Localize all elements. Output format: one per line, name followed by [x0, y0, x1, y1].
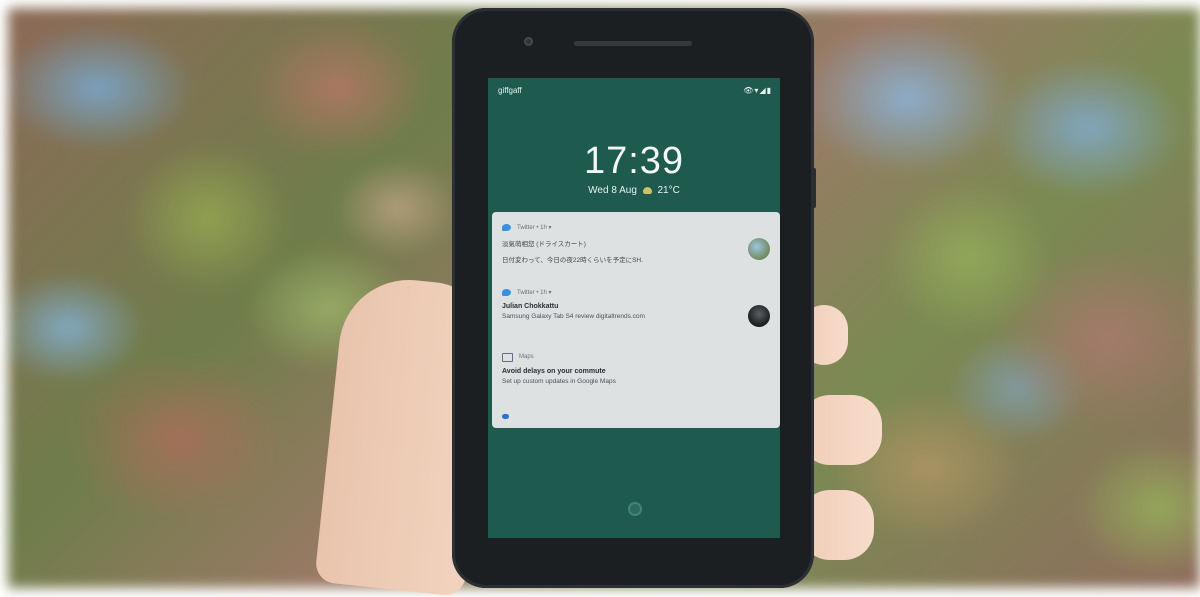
- maps-icon: [502, 352, 513, 362]
- notification-twitter-1[interactable]: Twitter • 1h ▾ 淡氣萌相您 (ドライスカート) 日付変わって、今日…: [502, 222, 770, 264]
- notification-app-label: Twitter • 1h ▾: [517, 224, 552, 231]
- date-label: Wed 8 Aug: [588, 185, 637, 196]
- date-weather-row: Wed 8 Aug 21°C: [488, 185, 780, 196]
- notification-panel: Twitter • 1h ▾ 淡氣萌相您 (ドライスカート) 日付変わって、今日…: [492, 212, 780, 428]
- lock-clock: 17:39: [583, 140, 685, 182]
- more-notifications-icon[interactable]: [502, 414, 509, 419]
- notification-text: Samsung Galaxy Tab S4 review digitaltren…: [502, 313, 645, 320]
- weather-cloud-sun-icon: [642, 186, 652, 194]
- notification-title: Julian Chokkattu: [502, 303, 559, 310]
- notification-app-label: Maps: [519, 354, 534, 360]
- notification-text: Set up custom updates in Google Maps: [502, 378, 616, 385]
- notification-app-label: Twitter • 1h ▾: [517, 289, 552, 296]
- notification-maps[interactable]: Maps Avoid delays on your commute Set up…: [502, 352, 770, 385]
- status-bar: giffgaff 👁▾◢▮: [498, 86, 772, 100]
- power-button: [812, 168, 816, 208]
- status-icons: 👁▾◢▮: [743, 86, 772, 95]
- sender-avatar: [748, 305, 770, 327]
- twitter-bird-icon: [502, 288, 511, 296]
- notification-text: 日付変わって、今日の夜22時くらいを予定にSH.: [502, 257, 643, 264]
- fingerprint-unlock-icon[interactable]: [628, 502, 642, 516]
- front-camera: [524, 37, 533, 46]
- notification-title: Avoid delays on your commute: [502, 368, 606, 375]
- notification-text: 淡氣萌相您 (ドライスカート): [502, 241, 586, 248]
- lock-screen: giffgaff 👁▾◢▮ 17:39 Wed 8 Aug 21°C Twitt…: [488, 78, 780, 538]
- sender-avatar: [748, 238, 770, 260]
- earpiece-speaker: [574, 41, 692, 46]
- carrier-label: giffgaff: [498, 86, 522, 95]
- notification-twitter-2[interactable]: Twitter • 1h ▾ Julian Chokkattu Samsung …: [502, 287, 770, 327]
- smartphone: giffgaff 👁▾◢▮ 17:39 Wed 8 Aug 21°C Twitt…: [452, 8, 816, 588]
- twitter-bird-icon: [502, 223, 511, 231]
- temperature-label: 21°C: [657, 185, 680, 196]
